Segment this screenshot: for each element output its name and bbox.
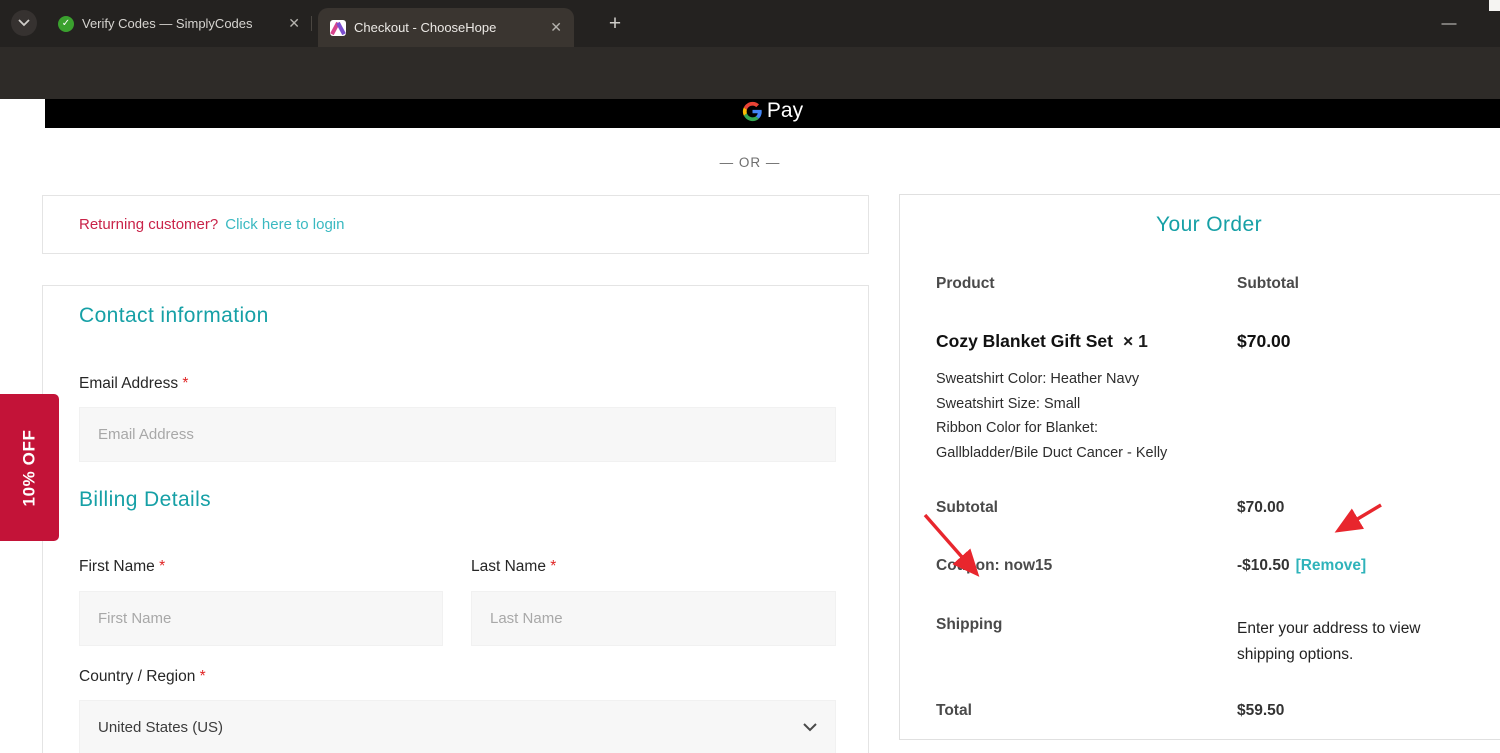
tab-separator <box>311 16 312 31</box>
subtotal-column-header: Subtotal <box>1237 275 1299 292</box>
tab-strip: ✓ Verify Codes — SimplyCodes ✕ Checkout … <box>0 0 1500 47</box>
contact-information-heading: Contact information <box>79 304 269 327</box>
total-label: Total <box>936 702 972 719</box>
first-name-label: First Name * <box>79 558 166 575</box>
remove-coupon-link[interactable]: [Remove] <box>1296 557 1367 574</box>
last-name-label: Last Name * <box>471 558 557 575</box>
country-label: Country / Region * <box>79 668 206 685</box>
tab-search-button[interactable] <box>11 10 37 36</box>
coupon-label: Coupon: now15 <box>936 557 1053 574</box>
coupon-row-value: -$10.50 [Remove] <box>1237 557 1366 575</box>
subtotal-label: Subtotal <box>936 499 998 516</box>
email-label: Email Address * <box>79 375 189 392</box>
required-asterisk: * <box>199 668 206 685</box>
product-detail-line: Sweatshirt Size: Small <box>936 395 1081 412</box>
order-title: Your Order <box>1156 213 1262 236</box>
window-control-fragment <box>1489 0 1500 11</box>
country-selected-value: United States (US) <box>98 719 224 736</box>
total-value: $59.50 <box>1237 702 1285 719</box>
google-pay-logo-icon <box>742 101 762 121</box>
simplycodes-favicon-icon: ✓ <box>58 15 74 32</box>
product-detail-line: Sweatshirt Color: Heather Navy <box>936 371 1140 387</box>
product-details: Sweatshirt Color: Heather Navy Sweatshir… <box>936 367 1167 465</box>
returning-customer-text: Returning customer? <box>79 216 219 233</box>
login-link[interactable]: Click here to login <box>225 216 344 233</box>
product-quantity: × 1 <box>1122 331 1148 351</box>
first-name-field[interactable] <box>79 591 443 646</box>
required-asterisk: * <box>159 558 166 575</box>
subtotal-value: $70.00 <box>1237 499 1285 516</box>
chevron-down-icon <box>18 19 30 27</box>
or-divider: — OR — <box>719 155 781 170</box>
minimize-button[interactable]: — <box>1434 8 1464 38</box>
product-column-header: Product <box>936 275 995 292</box>
product-detail-line: Gallbladder/Bile Duct Cancer - Kelly <box>936 444 1168 461</box>
product-detail-line: Ribbon Color for Blanket: <box>936 420 1098 436</box>
chevron-down-icon <box>803 723 817 732</box>
country-select[interactable]: United States (US) <box>79 700 836 753</box>
promo-badge[interactable]: 10% OFF <box>0 394 59 541</box>
coupon-discount-value: -$10.50 <box>1237 557 1290 574</box>
shipping-value: Enter your address to view shipping opti… <box>1237 620 1421 663</box>
tab-title: Checkout - ChooseHope <box>354 20 497 35</box>
product-name: Cozy Blanket Gift Set × 1 <box>936 331 1148 351</box>
tab-close-icon[interactable]: ✕ <box>288 15 300 32</box>
checkout-form-box: Contact information Email Address * Bill… <box>42 285 869 753</box>
tab-simplycodes[interactable]: ✓ Verify Codes — SimplyCodes ✕ <box>52 0 306 47</box>
tab-title: Verify Codes — SimplyCodes <box>82 16 253 31</box>
last-name-field[interactable] <box>471 591 836 646</box>
shipping-label: Shipping <box>936 616 1003 633</box>
tab-close-icon[interactable]: ✕ <box>550 19 562 36</box>
gpay-label: Pay <box>766 99 804 122</box>
product-price: $70.00 <box>1237 331 1291 351</box>
order-summary-box: Your Order Product Subtotal Cozy Blanket… <box>899 194 1500 740</box>
promo-badge-label: 10% OFF <box>19 429 39 506</box>
browser-window: ✓ Verify Codes — SimplyCodes ✕ Checkout … <box>0 0 1500 753</box>
required-asterisk: * <box>550 558 557 575</box>
choosehope-favicon-icon <box>330 19 346 36</box>
required-asterisk: * <box>182 375 189 392</box>
google-pay-button[interactable]: Pay <box>45 99 1500 128</box>
billing-details-heading: Billing Details <box>79 488 212 511</box>
new-tab-button[interactable]: + <box>601 10 629 38</box>
page-content: Pay — OR — Returning customer? Click her… <box>0 99 1500 753</box>
browser-toolbar: ← → choosehope.com/checkout/ ☆ <box>0 47 1500 139</box>
email-field[interactable] <box>79 407 836 462</box>
tab-choosehope[interactable]: Checkout - ChooseHope ✕ <box>318 8 574 47</box>
returning-customer-box: Returning customer? Click here to login <box>42 195 869 254</box>
